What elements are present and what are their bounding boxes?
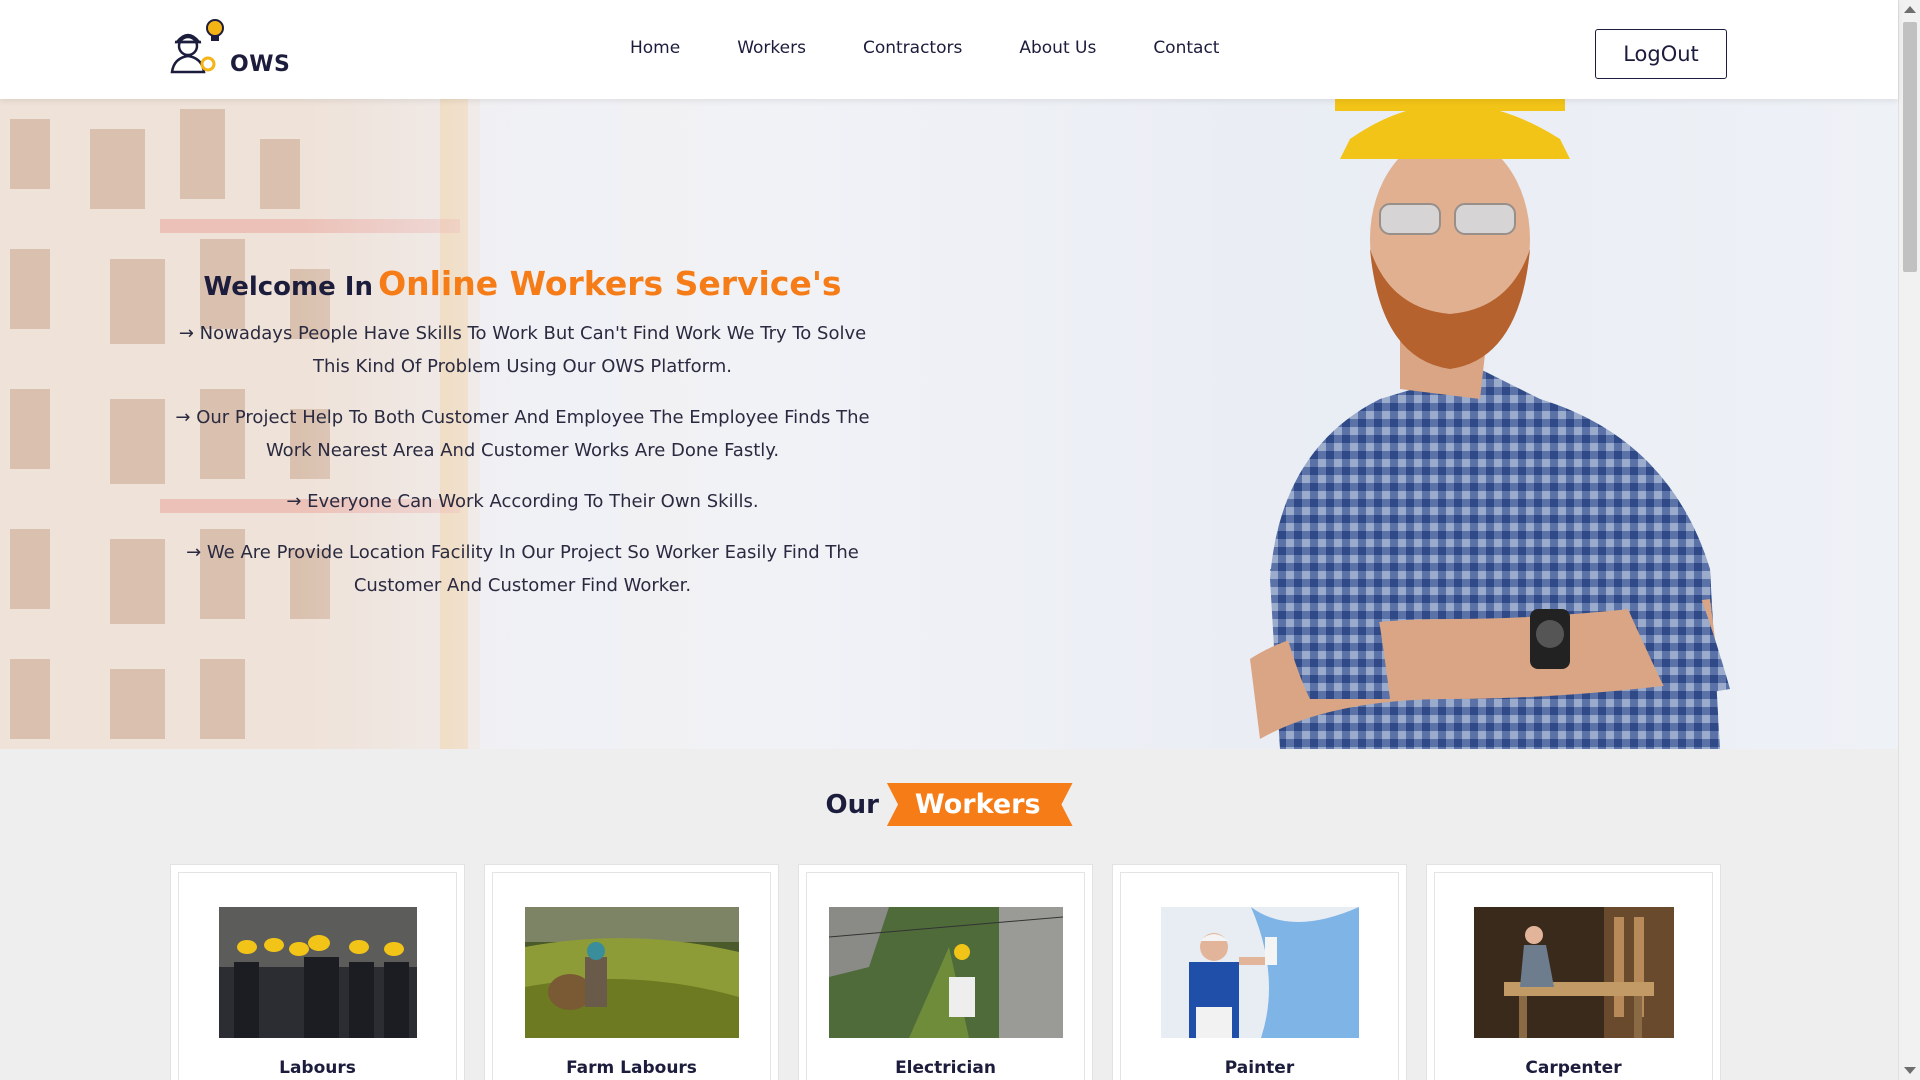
top-navbar: OWS Home Workers Contractors About Us Co…	[0, 0, 1898, 99]
worker-card-label: Farm Labours	[566, 1058, 697, 1078]
construction-worker-photo	[1250, 99, 1730, 749]
nav-contact[interactable]: Contact	[1153, 38, 1219, 58]
hero-title-brand: Online Workers Service's	[378, 264, 842, 303]
section-title-ribbon: Workers	[886, 783, 1073, 826]
carpenter-photo	[1473, 907, 1674, 1038]
worker-card-label: Labours	[279, 1058, 356, 1078]
ows-logo[interactable]: OWS	[170, 18, 300, 82]
worker-cards: Labours Farm Labours Electrician Painter…	[170, 864, 1728, 1080]
hero-title-welcome: Welcome In	[203, 272, 373, 302]
painter-photo	[1160, 907, 1359, 1038]
scroll-up-icon[interactable]	[1904, 6, 1916, 13]
worker-card-label: Painter	[1224, 1058, 1295, 1078]
nav-contractors[interactable]: Contractors	[863, 38, 962, 58]
hero-paragraph: → Everyone Can Work According To Their O…	[286, 491, 759, 512]
hero-title: Welcome In Online Workers Service's	[160, 264, 885, 303]
nav-home[interactable]: Home	[630, 38, 680, 58]
worker-card-farm-labours[interactable]: Farm Labours	[484, 864, 779, 1080]
main-nav: Home Workers Contractors About Us Contac…	[630, 38, 1276, 58]
worker-card-label: Carpenter	[1525, 1058, 1622, 1078]
hero-paragraph: → Our Project Help To Both Customer And …	[175, 407, 870, 461]
workers-section-title: Our Workers	[0, 783, 1898, 826]
worker-card-label: Electrician	[895, 1058, 996, 1078]
scroll-thumb[interactable]	[1903, 22, 1917, 272]
hero-text-block: Welcome In Online Workers Service's → No…	[160, 264, 885, 620]
worker-card-painter[interactable]: Painter	[1112, 864, 1407, 1080]
scroll-down-icon[interactable]	[1904, 1067, 1916, 1074]
electrician-photo	[828, 907, 1063, 1038]
labours-photo	[218, 907, 417, 1038]
hero-paragraph: → Nowadays People Have Skills To Work Bu…	[178, 323, 867, 377]
logout-button[interactable]: LogOut	[1595, 29, 1727, 79]
nav-about-us[interactable]: About Us	[1019, 38, 1096, 58]
worker-card-carpenter[interactable]: Carpenter	[1426, 864, 1721, 1080]
nav-workers[interactable]: Workers	[737, 38, 806, 58]
hero-paragraph: → We Are Provide Location Facility In Ou…	[186, 542, 859, 596]
section-title-our: Our	[825, 789, 879, 820]
page-scrollbar[interactable]	[1898, 0, 1920, 1080]
farm-labours-photo	[524, 907, 739, 1038]
worker-bulb-icon	[170, 19, 224, 74]
hero-banner: Welcome In Online Workers Service's → No…	[0, 99, 1898, 749]
worker-card-electrician[interactable]: Electrician	[798, 864, 1093, 1080]
logo-text: OWS	[230, 52, 291, 77]
worker-card-labours[interactable]: Labours	[170, 864, 465, 1080]
